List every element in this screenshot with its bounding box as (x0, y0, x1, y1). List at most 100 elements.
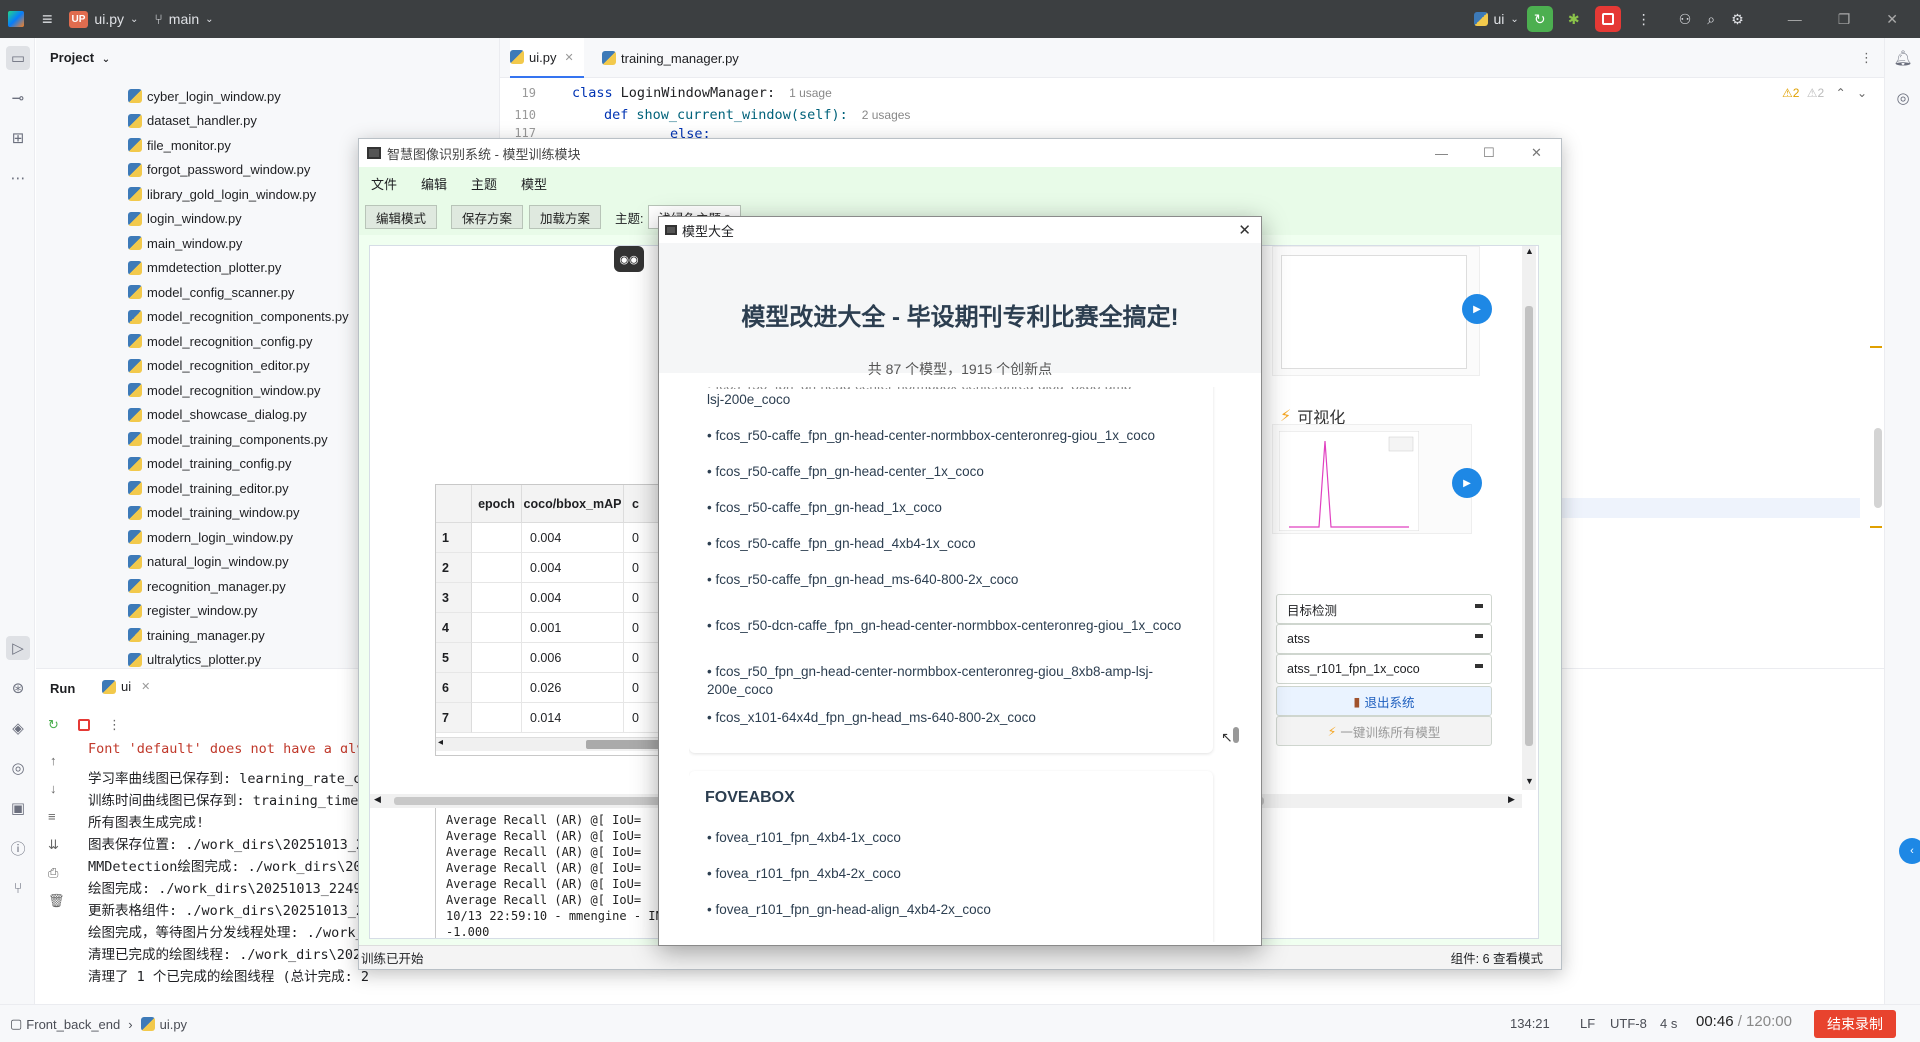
chevron-down-icon[interactable]: ⌄ (1857, 86, 1867, 100)
stop-icon[interactable] (78, 719, 90, 731)
edit-mode-button[interactable]: 编辑模式 (365, 205, 438, 229)
file-tree-item[interactable]: library_gold_login_window.py (128, 182, 316, 206)
rerun-icon[interactable]: ↻ (1526, 6, 1553, 32)
load-plan-button[interactable]: 加载方案 (529, 205, 602, 229)
layers-icon[interactable]: ◈ (6, 716, 30, 740)
cell-epoch[interactable] (472, 553, 522, 583)
file-tree-item[interactable]: model_config_scanner.py (128, 280, 294, 304)
save-plan-button[interactable]: 保存方案 (451, 205, 524, 229)
maximize-icon[interactable]: ☐ (1483, 145, 1495, 161)
cell-map[interactable]: 0.001 (522, 613, 624, 643)
play-icon[interactable]: ▶ (1462, 294, 1492, 324)
usage-hint[interactable]: 1 usage (789, 86, 832, 100)
cell-epoch[interactable] (472, 703, 522, 733)
more-actions-icon[interactable]: ⋮ (108, 717, 121, 733)
training-log[interactable]: Average Recall (AR) @[ IoU= Average Recal… (435, 806, 695, 938)
trash-icon[interactable]: 🗑︎ (48, 893, 65, 909)
file-tree-item[interactable]: cyber_login_window.py (128, 84, 281, 108)
cell-map[interactable]: 0.026 (522, 673, 624, 703)
model-item[interactable]: • fcos_r50-caffe_fpn_gn-head_4xb4-1x_coc… (707, 535, 1207, 553)
chevron-right-icon[interactable]: ▶ (1508, 794, 1515, 805)
task-type-select[interactable]: 目标检测 (1276, 594, 1492, 624)
debug-icon[interactable]: ✱ (1561, 6, 1587, 32)
structure-icon[interactable]: ⊞ (6, 126, 30, 150)
file-tree-item[interactable]: mmdetection_plotter.py (128, 256, 281, 280)
usage-hint[interactable]: 2 usages (862, 108, 911, 122)
model-item[interactable]: • fcos_r50-caffe_fpn_gn-head_1x_coco (707, 499, 1207, 517)
file-tree-item[interactable]: model_training_config.py (128, 452, 292, 476)
cell-map[interactable]: 0.004 (522, 553, 624, 583)
column-header-map[interactable]: coco/bbox_mAP (522, 485, 624, 523)
file-tree-item[interactable]: natural_login_window.py (128, 550, 289, 574)
problems-icon[interactable]: ⓘ (6, 836, 30, 860)
maximize-icon[interactable]: ❐ (1830, 0, 1859, 38)
model-list[interactable]: • fcos_r50_fpn_gn-head-center-normbbox-c… (689, 387, 1229, 942)
line-separator[interactable]: LF (1580, 1016, 1595, 1031)
terminal-icon[interactable]: ▣ (6, 796, 30, 820)
minimize-icon[interactable]: — (1780, 0, 1810, 38)
file-tree-item[interactable]: main_window.py (128, 231, 242, 255)
commit-icon[interactable]: ⊸ (6, 86, 30, 110)
play-icon[interactable]: ▶ (1452, 468, 1482, 498)
indent-setting[interactable]: 4 s (1660, 1016, 1677, 1031)
model-item[interactable]: • fcos_r50-dcn-caffe_fpn_gn-head-center-… (707, 617, 1207, 635)
file-tree-item[interactable]: model_training_editor.py (128, 476, 289, 500)
file-tree-item[interactable]: file_monitor.py (128, 133, 231, 157)
cell-epoch[interactable] (472, 583, 522, 613)
cell-map[interactable]: 0.004 (522, 583, 624, 613)
run-tab[interactable]: ui ✕ (102, 679, 150, 694)
collapse-arrow-icon[interactable]: ‹ (1899, 838, 1920, 864)
more-tools-icon[interactable]: ⋯ (6, 166, 30, 190)
more-tabs-icon[interactable]: ⋮ (1860, 50, 1873, 66)
menu-file[interactable]: 文件 (371, 174, 397, 193)
rerun-icon[interactable]: ↻ (48, 717, 59, 733)
tab-ui-py[interactable]: ui.py ✕ (510, 38, 584, 78)
add-user-icon[interactable]: ⚇ (1671, 0, 1700, 38)
dialog-scrollbar[interactable] (1231, 387, 1241, 942)
git-icon[interactable]: ⑂ (6, 876, 30, 900)
python-packages-icon[interactable]: ⊛ (6, 676, 30, 700)
model-item[interactable]: • fcos_r50-caffe_fpn_gn-head-center-norm… (707, 427, 1207, 445)
menu-theme[interactable]: 主题 (471, 174, 497, 193)
model-item-partial-tail[interactable]: lsj-200e_coco (707, 391, 1207, 409)
content-v-scrollbar[interactable]: ▲ ▼ (1522, 246, 1536, 790)
cell-map[interactable]: 0.014 (522, 703, 624, 733)
cell-map[interactable]: 0.006 (522, 643, 624, 673)
file-tree-item[interactable]: modern_login_window.py (128, 525, 293, 549)
metrics-table[interactable]: epoch coco/bbox_mAP c 1 0.004 0 2 0.004 0 3 0.0… (435, 484, 696, 756)
cell-epoch[interactable] (472, 673, 522, 703)
table-h-scrollbar[interactable]: ◂ (436, 737, 694, 751)
row-header[interactable]: 6 (436, 673, 472, 703)
model-config-select[interactable]: atss_r101_fpn_1x_coco (1276, 654, 1492, 684)
chevron-down-icon[interactable]: ▼ (1525, 776, 1534, 786)
breadcrumb-file[interactable]: ui.py (160, 1017, 187, 1032)
gear-icon[interactable]: ⚙ (1723, 0, 1752, 38)
close-tab-icon[interactable]: ✕ (141, 680, 150, 693)
close-icon[interactable]: ✕ (1878, 0, 1906, 38)
stop-recording-button[interactable]: 结束录制 (1814, 1010, 1896, 1038)
main-menu-icon[interactable]: ≡ (34, 0, 61, 38)
menu-model[interactable]: 模型 (521, 174, 547, 193)
stop-icon[interactable] (1594, 6, 1621, 32)
editor-scrollbar[interactable] (1874, 428, 1882, 508)
row-header[interactable]: 7 (436, 703, 472, 733)
model-item[interactable]: • fcos_r50-caffe_fpn_gn-head_ms-640-800-… (707, 571, 1207, 589)
row-header[interactable]: 4 (436, 613, 472, 643)
file-encoding[interactable]: UTF-8 (1610, 1016, 1647, 1031)
chevron-left-icon[interactable]: ◀ (374, 794, 381, 805)
run-tool-icon[interactable]: ▷ (6, 636, 30, 660)
file-tree-item[interactable]: model_training_window.py (128, 501, 299, 525)
scroll-up-icon[interactable]: ↑ (50, 753, 57, 768)
scroll-to-end-icon[interactable]: ⇊ (48, 837, 59, 853)
model-item-partial[interactable]: • fcos_r50_fpn_gn-head-center-normbbox-c… (707, 387, 1207, 389)
cell-map[interactable]: 0.004 (522, 523, 624, 553)
cell-epoch[interactable] (472, 523, 522, 553)
file-tree-item[interactable]: login_window.py (128, 207, 242, 231)
chevron-up-icon[interactable]: ▲ (1525, 246, 1534, 256)
model-item[interactable]: • fovea_r101_fpn_gn-head-align_4xb4-2x_c… (707, 901, 1207, 919)
close-icon[interactable]: ✕ (1238, 221, 1251, 239)
run-config-selector[interactable]: ui ⌄ (1466, 0, 1526, 38)
train-all-button[interactable]: ⚡ 一键训练所有模型 (1276, 716, 1492, 746)
inspection-widget[interactable]: ⚠2 ⚠2 ⌃ ⌄ (1782, 86, 1867, 100)
minimize-icon[interactable]: — (1435, 146, 1448, 161)
